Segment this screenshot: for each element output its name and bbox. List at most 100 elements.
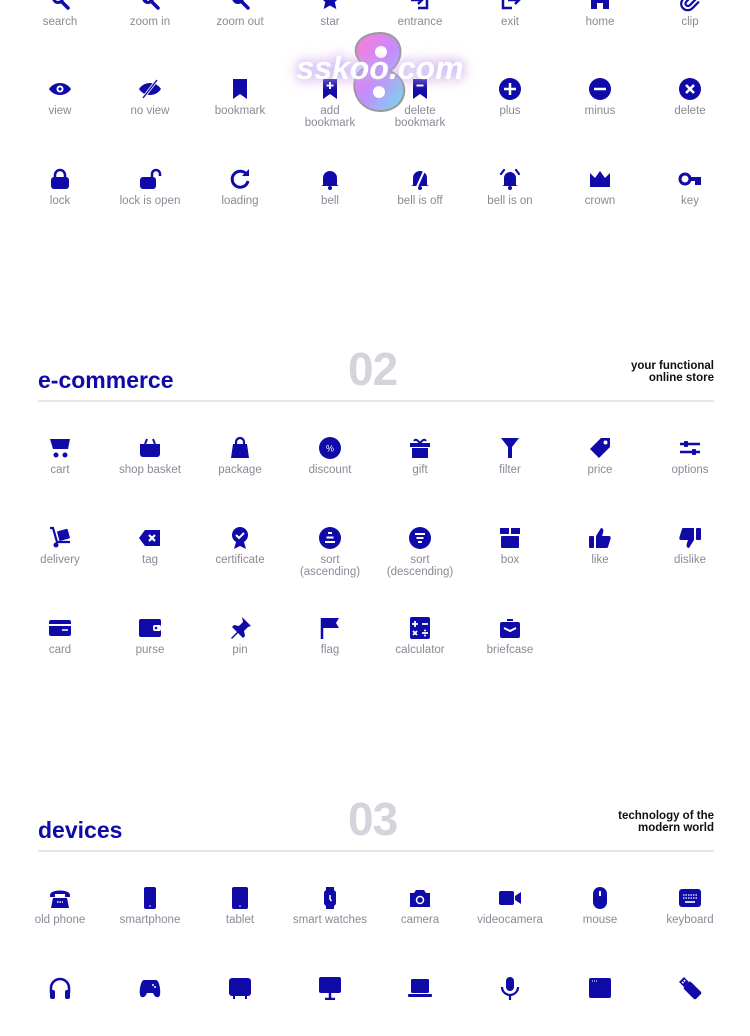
icon-tile[interactable]: no view <box>105 77 195 137</box>
icon-label: price <box>587 464 613 476</box>
icon-tile[interactable]: dislike <box>645 526 735 586</box>
icon-tile[interactable] <box>285 976 375 1036</box>
icon-label: cart <box>50 464 70 476</box>
smartwatch-icon <box>318 886 342 910</box>
section-subtitle: your functional online store <box>631 360 714 384</box>
icon-label: delivery <box>40 554 80 566</box>
icon-tile[interactable]: home <box>555 0 645 48</box>
icon-label: add bookmark <box>304 105 356 129</box>
icon-tile[interactable]: star <box>285 0 375 48</box>
icon-tile[interactable]: bell is off <box>375 167 465 227</box>
icon-tile[interactable]: sort (ascending) <box>285 526 375 586</box>
basket-icon <box>138 436 162 460</box>
icon-tile[interactable]: calculator <box>375 616 465 676</box>
crown-icon <box>588 167 612 191</box>
icon-tile[interactable]: view <box>15 77 105 137</box>
icon-row: old phone smartphone tablet smart watches ca… <box>15 886 735 946</box>
microphone-icon <box>498 976 522 1000</box>
bookmark-remove-icon <box>408 77 432 101</box>
icon-tile[interactable]: sort (descending) <box>375 526 465 586</box>
icon-row: delivery tag certificate sort (ascending) sor… <box>15 526 735 586</box>
icon-label: bell <box>321 195 339 207</box>
icon-tile[interactable]: filter <box>465 436 555 496</box>
icon-tile[interactable]: bookmark <box>195 77 285 137</box>
section-header-devices: devices 03 technology of the modern worl… <box>38 790 714 852</box>
icon-label: flag <box>320 644 340 656</box>
icon-tile[interactable] <box>465 976 555 1036</box>
icon-tile[interactable]: options <box>645 436 735 496</box>
icon-tile[interactable] <box>645 976 735 1036</box>
tablet-icon <box>228 886 252 910</box>
icon-tile[interactable]: mouse <box>555 886 645 946</box>
bookmark-add-icon <box>318 77 342 101</box>
icon-tile[interactable]: certificate <box>195 526 285 586</box>
thumbs-up-icon <box>588 526 612 550</box>
icon-tile[interactable]: tag <box>105 526 195 586</box>
calculator-icon <box>408 616 432 640</box>
smartphone-icon <box>138 886 162 910</box>
icon-tile[interactable]: tablet <box>195 886 285 946</box>
icon-tile[interactable]: smart watches <box>285 886 375 946</box>
icon-tile[interactable]: gift <box>375 436 465 496</box>
icon-tile[interactable] <box>555 976 645 1036</box>
subtitle-line: your functional <box>630 360 714 372</box>
icon-tile[interactable]: zoom in <box>105 0 195 48</box>
icon-tile[interactable] <box>105 976 195 1036</box>
section-number: 03 <box>348 793 398 845</box>
bell-icon <box>318 167 342 191</box>
icon-tile[interactable]: lock <box>15 167 105 227</box>
sort-descending-icon <box>408 526 432 550</box>
icon-label: like <box>591 554 609 566</box>
icon-tile[interactable]: delete bookmark <box>375 77 465 137</box>
shopping-bag-icon <box>228 436 252 460</box>
icon-tile[interactable]: delivery <box>15 526 105 586</box>
tag-x-icon <box>138 526 162 550</box>
icon-tile[interactable]: pin <box>195 616 285 676</box>
icon-tile[interactable]: % discount <box>285 436 375 496</box>
icon-tile[interactable]: card <box>15 616 105 676</box>
icon-tile[interactable]: keyboard <box>645 886 735 946</box>
icon-tile[interactable]: videocamera <box>465 886 555 946</box>
icon-tile[interactable]: bell is on <box>465 167 555 227</box>
icon-tile[interactable] <box>15 976 105 1036</box>
icon-tile[interactable]: crown <box>555 167 645 227</box>
icon-tile[interactable]: smartphone <box>105 886 195 946</box>
icon-tile[interactable]: purse <box>105 616 195 676</box>
icon-tile[interactable]: flag <box>285 616 375 676</box>
icon-label: camera <box>400 914 440 926</box>
icon-tile[interactable]: clip <box>645 0 735 48</box>
icon-tile[interactable]: like <box>555 526 645 586</box>
icon-tile[interactable]: minus <box>555 77 645 137</box>
icon-label: tag <box>142 554 158 566</box>
icon-label: crown <box>584 195 616 207</box>
icon-tile[interactable]: exit <box>465 0 555 48</box>
lock-icon <box>48 167 72 191</box>
icon-tile[interactable]: camera <box>375 886 465 946</box>
icon-tile[interactable]: zoom out <box>195 0 285 48</box>
icon-row: cart shop basket package% discount gift filte… <box>15 436 735 496</box>
icon-tile[interactable]: package <box>195 436 285 496</box>
icon-tile[interactable]: cart <box>15 436 105 496</box>
icon-tile[interactable]: add bookmark <box>285 77 375 137</box>
icon-tile[interactable]: loading <box>195 167 285 227</box>
mouse-icon <box>588 886 612 910</box>
eye-off-icon <box>138 77 162 101</box>
icon-tile[interactable] <box>195 976 285 1036</box>
box-icon <box>498 526 522 550</box>
icon-tile[interactable]: box <box>465 526 555 586</box>
clip-icon <box>678 0 702 12</box>
icon-tile[interactable] <box>375 976 465 1036</box>
app-window-icon <box>588 976 612 1000</box>
icon-tile[interactable]: key <box>645 167 735 227</box>
icon-tile[interactable]: delete <box>645 77 735 137</box>
icon-tile[interactable]: shop basket <box>105 436 195 496</box>
icon-tile[interactable]: old phone <box>15 886 105 946</box>
icon-tile[interactable]: bell <box>285 167 375 227</box>
icon-tile[interactable]: briefcase <box>465 616 555 676</box>
icon-tile[interactable]: price <box>555 436 645 496</box>
icon-tile[interactable]: search <box>15 0 105 48</box>
icon-tile[interactable]: entrance <box>375 0 465 48</box>
icon-tile[interactable]: lock is open <box>105 167 195 227</box>
flag-icon <box>318 616 342 640</box>
icon-tile[interactable]: plus <box>465 77 555 137</box>
